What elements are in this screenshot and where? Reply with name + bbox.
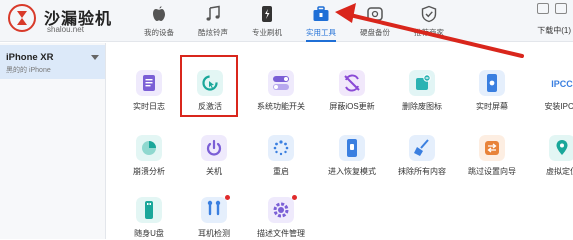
nav-backup[interactable]: 硬盘备份 [348, 0, 402, 42]
tool-label: 耳机检测 [198, 229, 230, 238]
tool-realtime-log[interactable]: 实时日志 [119, 70, 179, 122]
tool-delete-icons[interactable]: 删除废图标 [392, 70, 452, 122]
delete-icon-icon [409, 70, 435, 96]
tool-label: 系统功能开关 [257, 102, 305, 111]
tool-label: 描述文件管理 [257, 229, 305, 238]
tool-shutdown[interactable]: 关机 [184, 135, 244, 187]
tool-label: 跳过设置向导 [468, 167, 516, 176]
chevron-down-icon[interactable] [91, 55, 99, 60]
recovery-icon [339, 135, 365, 161]
tool-virtual-location[interactable]: 虚拟定位 [532, 135, 573, 187]
flash-phone-icon [262, 6, 272, 22]
tool-profile-manager[interactable]: 描述文件管理 [251, 195, 311, 240]
tool-realtime-screen[interactable]: 实时屏幕 [462, 70, 522, 122]
log-icon [136, 70, 162, 96]
power-icon [201, 135, 227, 161]
skip-icon [479, 135, 505, 161]
nav-label: 专业刷机 [252, 28, 282, 37]
tool-label: 抹除所有内容 [398, 167, 446, 176]
tool-install-ipcc[interactable]: IPCC 安装IPCC [532, 70, 573, 122]
svg-text:IPCC: IPCC [551, 79, 573, 89]
block-update-icon [339, 70, 365, 96]
device-card[interactable]: iPhone XR 黑的的 iPhone [0, 45, 105, 79]
gear-icon [268, 197, 294, 223]
nav-label: 硬盘备份 [360, 28, 390, 37]
nav-my-device[interactable]: 我的设备 [132, 0, 186, 42]
download-status[interactable]: 下载中(1) [537, 25, 571, 36]
tool-label: 实时屏幕 [476, 102, 508, 111]
tool-block-ios-update[interactable]: 屏蔽iOS更新 [322, 70, 382, 122]
music-note-icon [206, 5, 220, 21]
toggle-icon [268, 70, 294, 96]
apple-icon [153, 6, 165, 21]
tool-label: 进入恢复模式 [328, 167, 376, 176]
tool-label: 删除废图标 [402, 102, 442, 111]
headphone-icon [201, 197, 227, 223]
nav-merchants[interactable]: 推荐商家 [402, 0, 456, 42]
brand-subtitle: shalou.net [47, 25, 84, 34]
top-bar: 沙漏验机 shalou.net 我的设备 酷炫铃声 专业刷机 实用工具 硬盘备份… [0, 0, 573, 42]
nav-ringtones[interactable]: 酷炫铃声 [186, 0, 240, 42]
hourglass-logo-icon [8, 4, 36, 32]
tool-crash-analysis[interactable]: 崩溃分析 [119, 135, 179, 187]
nav-label: 我的设备 [144, 28, 174, 37]
new-badge-dot [292, 195, 297, 200]
minimize-button[interactable] [537, 3, 549, 14]
tool-system-switch[interactable]: 系统功能开关 [251, 70, 311, 122]
tool-usb-drive[interactable]: 随身U盘 [119, 197, 179, 240]
tool-skip-setup[interactable]: 跳过设置向导 [462, 135, 522, 187]
ipcc-icon: IPCC [549, 70, 573, 96]
tool-headphone-test[interactable]: 耳机检测 [184, 195, 244, 240]
device-name: iPhone XR [6, 52, 54, 63]
nav-label: 实用工具 [306, 28, 336, 37]
restart-icon [268, 135, 294, 161]
tool-label: 崩溃分析 [133, 167, 165, 176]
shield-check-icon [421, 5, 437, 23]
location-icon [549, 135, 573, 161]
usb-icon [136, 197, 162, 223]
tool-label: 随身U盘 [134, 229, 164, 238]
window-controls [537, 3, 567, 14]
tool-label: 关机 [206, 167, 222, 176]
screen-icon [479, 70, 505, 96]
tool-recovery-mode[interactable]: 进入恢复模式 [322, 135, 382, 187]
tool-label: 重启 [273, 167, 289, 176]
tool-label: 屏蔽iOS更新 [329, 102, 375, 111]
tool-label: 虚拟定位 [546, 167, 573, 176]
tool-restart[interactable]: 重启 [251, 135, 311, 187]
close-button[interactable] [555, 3, 567, 14]
device-status: 黑的的 iPhone [6, 67, 51, 74]
new-badge-dot [225, 195, 230, 200]
broom-icon [409, 135, 435, 161]
nav-label: 推荐商家 [414, 28, 444, 37]
pie-chart-icon [136, 135, 162, 161]
nav-flash[interactable]: 专业刷机 [240, 0, 294, 42]
main-nav: 我的设备 酷炫铃声 专业刷机 实用工具 硬盘备份 推荐商家 [132, 0, 456, 42]
tool-label: 安装IPCC [544, 102, 573, 111]
nav-label: 酷炫铃声 [198, 28, 228, 37]
backup-icon [367, 7, 383, 21]
nav-tools[interactable]: 实用工具 [294, 0, 348, 42]
highlight-box [180, 55, 238, 117]
tool-erase-all[interactable]: 抹除所有内容 [392, 135, 452, 187]
toolbox-icon [313, 6, 329, 21]
device-sidebar: iPhone XR 黑的的 iPhone [0, 43, 106, 239]
